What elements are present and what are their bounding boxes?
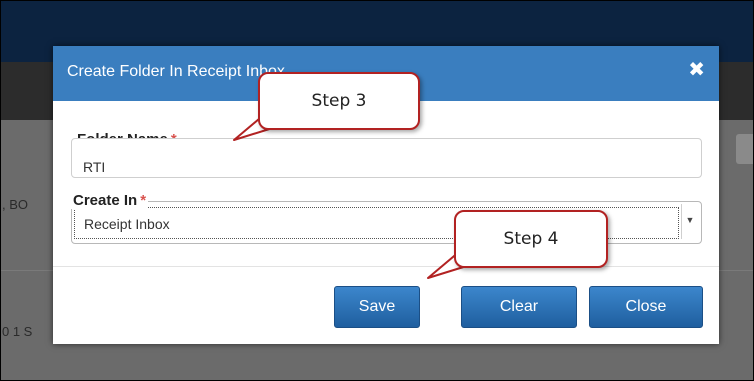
chevron-down-icon[interactable]: ▼ [681,204,698,239]
footer-divider [53,266,719,267]
folder-name-value: RTI [83,159,106,175]
bg-row-text: 0 1 S [2,324,33,339]
folder-name-input[interactable] [71,138,702,178]
step3-callout: Step 3 [258,72,420,130]
close-button[interactable]: Close [589,286,703,328]
dialog-title: Create Folder In Receipt Inbox [67,63,285,80]
step4-callout: Step 4 [454,210,608,268]
save-button[interactable]: Save [334,286,420,328]
clear-button[interactable]: Clear [461,286,577,328]
screen: , BO 0 1 S Create Folder In Receipt Inbo… [0,0,754,381]
create-in-label-text: Create In [73,192,138,209]
required-marker: * [140,192,147,209]
create-in-label: Create In * [71,192,149,209]
bg-row-text: , BO [2,197,29,212]
create-in-selected-value: Receipt Inbox [84,216,170,232]
close-icon[interactable]: ✖ [688,60,705,80]
bg-button [736,134,754,164]
